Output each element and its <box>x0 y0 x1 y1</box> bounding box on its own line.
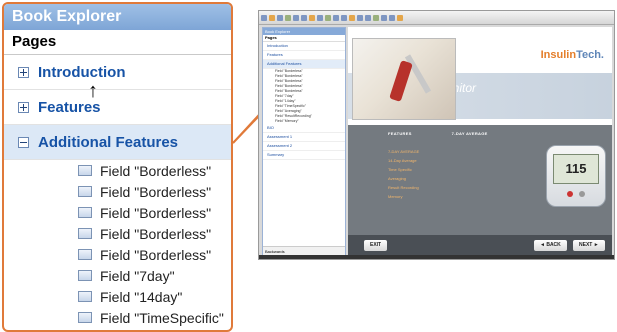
feature-links: 7-DAY AVERAGE 14-Day Average Time Specif… <box>388 147 419 201</box>
column-header: 7-DAY AVERAGE <box>451 131 488 136</box>
toolbar <box>259 11 614 25</box>
tree-leaf-field[interactable]: Field "TimeSpecific" <box>4 307 231 328</box>
mini-tree-item[interactable]: Additional Features <box>263 60 345 69</box>
mini-explorer-title: Book Explorer <box>263 28 345 35</box>
page-icon <box>78 249 92 260</box>
toolbar-icon[interactable] <box>285 14 291 21</box>
tree-leaf-field[interactable]: Field "Borderless" <box>4 181 231 202</box>
collapse-minus-icon[interactable] <box>18 136 29 148</box>
brand-tech: Tech. <box>576 49 604 61</box>
feature-link[interactable]: Result Recording <box>388 183 419 192</box>
exit-button[interactable]: EXIT <box>364 240 388 251</box>
mini-tree-item[interactable]: BIO <box>263 124 345 133</box>
toolbar-icon[interactable] <box>349 14 355 21</box>
tree-item-introduction[interactable]: Introduction <box>4 55 231 90</box>
meter-display: 115 <box>553 154 599 184</box>
product-photo <box>352 38 456 120</box>
feature-link[interactable]: 14-Day Average <box>388 156 419 165</box>
mini-tree-item[interactable]: Assessment 1 <box>263 133 345 142</box>
toolbar-icon[interactable] <box>309 14 315 21</box>
window-bottom-bar <box>259 255 614 259</box>
toolbar-icon[interactable] <box>261 14 267 21</box>
meter-button-icon <box>579 191 585 197</box>
page-icon <box>78 291 92 302</box>
column-header: FEATURES <box>388 131 412 136</box>
navigation-bar: EXIT ◄ BACK NEXT ► <box>348 235 612 257</box>
app-window-thumbnail: Book Explorer Pages Introduction Feature… <box>258 10 615 260</box>
mini-pages-label: Pages <box>263 35 345 42</box>
feature-link[interactable]: 7-DAY AVERAGE <box>388 147 419 156</box>
mini-book-explorer: Book Explorer Pages Introduction Feature… <box>262 27 346 257</box>
toolbar-icon[interactable] <box>397 14 403 21</box>
expand-plus-icon[interactable] <box>18 101 29 113</box>
page-icon <box>78 165 92 176</box>
toolbar-icon[interactable] <box>325 14 331 21</box>
mouse-cursor-icon: ↑ <box>88 80 98 102</box>
toolbar-icon[interactable] <box>333 14 339 21</box>
mini-tree-item[interactable]: Summary <box>263 151 345 160</box>
toolbar-icon[interactable] <box>293 14 299 21</box>
mini-tree-item[interactable]: Assessment 2 <box>263 142 345 151</box>
tree-leaf-field[interactable]: Field "Borderless" <box>4 244 231 265</box>
field-label: Field "7day" <box>100 267 175 284</box>
features-panel: FEATURES 7-DAY AVERAGE 7-DAY AVERAGE 14-… <box>348 125 612 235</box>
page-icon <box>78 312 92 323</box>
field-label: Field "TimeSpecific" <box>100 309 224 326</box>
page-icon <box>78 270 92 281</box>
pages-label: Pages <box>4 30 231 55</box>
tree-item-features[interactable]: Features <box>4 90 231 125</box>
toolbar-icon[interactable] <box>269 14 275 21</box>
toolbar-icon[interactable] <box>365 14 371 21</box>
feature-link[interactable]: Memory <box>388 192 419 201</box>
tree-item-additional-features[interactable]: Additional Features <box>4 125 231 160</box>
next-button[interactable]: NEXT ► <box>573 240 605 251</box>
glucose-meter-image: 115 <box>546 145 606 207</box>
toolbar-icon[interactable] <box>389 14 395 21</box>
toolbar-icon[interactable] <box>317 14 323 21</box>
page-icon <box>78 186 92 197</box>
back-button[interactable]: ◄ BACK <box>534 240 567 251</box>
mini-tree-item[interactable]: Features <box>263 51 345 60</box>
tree-leaf-field[interactable]: Field "Borderless" <box>4 202 231 223</box>
feature-link[interactable]: Averaging <box>388 174 419 183</box>
tree-leaf-field[interactable]: Field "Borderless" <box>4 160 231 181</box>
page-icon <box>78 207 92 218</box>
expand-plus-icon[interactable] <box>18 66 29 78</box>
explorer-title: Book Explorer <box>4 4 231 30</box>
tree-leaf-field[interactable]: Field "7day" <box>4 265 231 286</box>
lancet-image <box>389 60 413 102</box>
book-explorer-zoom: Book Explorer Pages Introduction Feature… <box>2 2 233 332</box>
course-stage: InsulinTech. Monitor FEATURES 7-DAY AVER… <box>348 27 612 257</box>
tree-leaf-field[interactable]: Field "14day" <box>4 286 231 307</box>
tree-item-label: Introduction <box>38 63 126 81</box>
mini-tree-item[interactable]: Introduction <box>263 42 345 51</box>
toolbar-icon[interactable] <box>301 14 307 21</box>
feature-link[interactable]: Time Specific <box>388 165 419 174</box>
panel-columns: FEATURES 7-DAY AVERAGE <box>388 131 488 136</box>
field-label: Field "Borderless" <box>100 246 212 263</box>
toolbar-icon[interactable] <box>341 14 347 21</box>
tree-item-label: Additional Features <box>38 133 179 151</box>
tree-leaf-field[interactable]: Field "Borderless" <box>4 223 231 244</box>
meter-button-icon <box>567 191 573 197</box>
toolbar-icon[interactable] <box>277 14 283 21</box>
brand-logo: InsulinTech. <box>541 49 604 61</box>
brand-insulin: Insulin <box>540 49 577 61</box>
field-label: Field "Borderless" <box>100 183 212 200</box>
page-icon <box>78 228 92 239</box>
field-label: Field "Borderless" <box>100 225 212 242</box>
field-label: Field "14day" <box>100 288 183 305</box>
field-label: Field "Borderless" <box>100 204 212 221</box>
field-label: Field "Borderless" <box>100 162 212 179</box>
toolbar-icon[interactable] <box>357 14 363 21</box>
toolbar-icon[interactable] <box>373 14 379 21</box>
toolbar-icon[interactable] <box>381 14 387 21</box>
